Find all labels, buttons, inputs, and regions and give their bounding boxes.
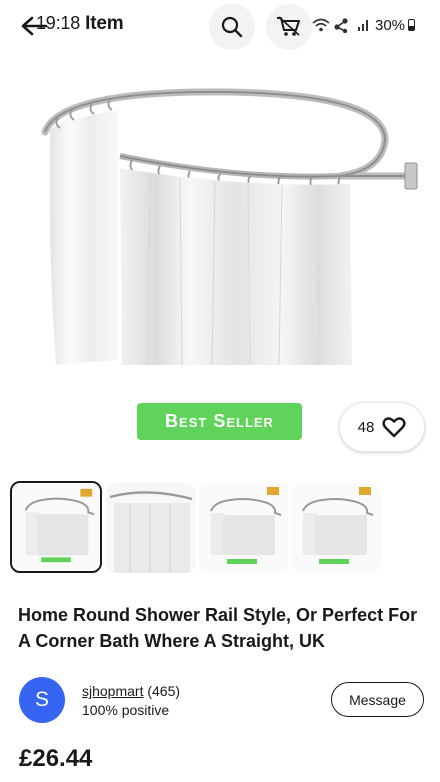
page-title: 19:18 Item	[36, 13, 124, 35]
thumbnail-4[interactable]	[291, 483, 381, 573]
battery-icon	[408, 19, 416, 31]
thumbnail-1[interactable]	[10, 481, 102, 573]
seller-positive: 100% positive	[82, 702, 170, 718]
best-seller-badge: Best Seller	[137, 403, 302, 440]
status-time: 19:18	[36, 13, 81, 33]
seller-feedback-count: (465)	[147, 683, 181, 699]
thumbnail-3[interactable]	[199, 483, 289, 573]
top-bar: 19:18 Item 30%	[0, 0, 440, 52]
seller-name[interactable]: sjhopmart	[82, 683, 143, 699]
seller-avatar[interactable]: S	[19, 677, 65, 723]
thumbnail-image	[199, 483, 289, 573]
cart-icon	[277, 16, 300, 36]
thumbnail-strip	[10, 481, 440, 575]
shower-rail-image	[41, 88, 418, 366]
thumbnail-image	[106, 483, 196, 573]
watch-button[interactable]: 48	[339, 402, 425, 452]
signal-icon	[358, 20, 368, 31]
battery-percent: 30%	[375, 16, 406, 34]
share-icon	[334, 18, 348, 33]
wifi-icon	[312, 18, 330, 32]
status-icons: 30%	[311, 14, 416, 36]
search-button[interactable]	[209, 4, 255, 50]
product-title: Home Round Shower Rail Style, Or Perfect…	[18, 605, 418, 651]
thumbnail-2[interactable]	[106, 483, 196, 573]
watch-count: 48	[357, 418, 375, 436]
header-title: Item	[85, 13, 124, 34]
product-image[interactable]	[0, 60, 440, 375]
cart-button[interactable]	[266, 4, 312, 50]
message-button[interactable]: Message	[331, 682, 424, 717]
seller-info[interactable]: sjhopmart (465)	[82, 683, 180, 699]
thumbnail-image	[291, 483, 381, 573]
thumbnail-image	[12, 483, 100, 571]
heart-icon	[382, 417, 406, 438]
search-icon	[221, 16, 243, 38]
item-price: £26.44	[19, 745, 93, 772]
